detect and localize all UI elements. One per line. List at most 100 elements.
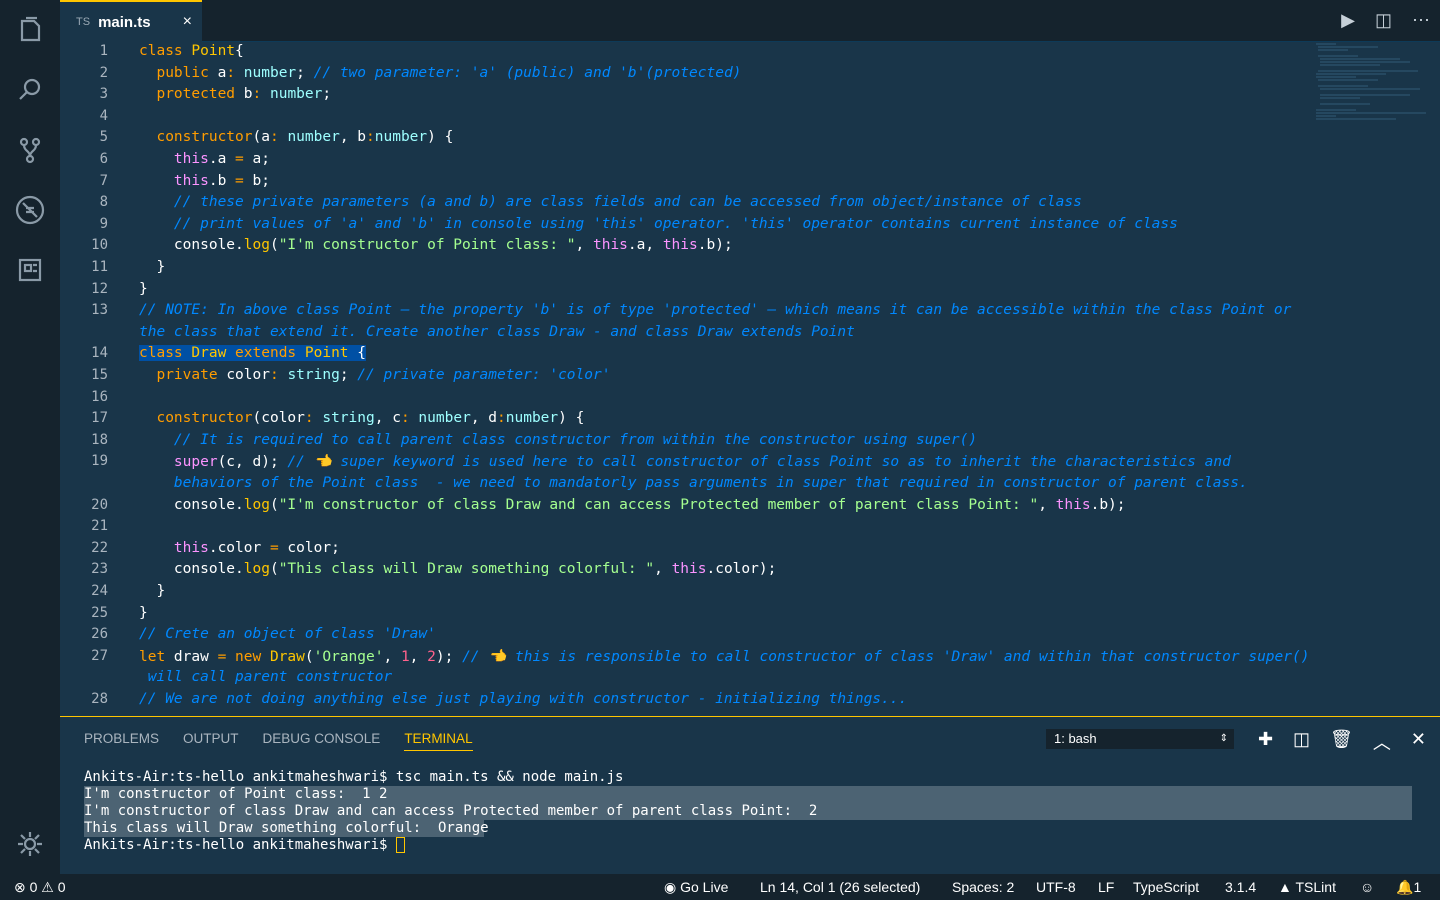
line-code: this.a = a; bbox=[173, 151, 270, 167]
terminal-output[interactable]: Ankits-Air:ts-hello ankitmaheshwari$ tsc… bbox=[84, 769, 1412, 854]
line-number: 21 bbox=[91, 518, 108, 535]
line-code: protected b: number; bbox=[156, 86, 332, 103]
tab-main-ts[interactable]: TS main.ts × bbox=[60, 0, 202, 42]
encoding[interactable]: UTF-8 bbox=[1036, 879, 1076, 895]
line-code: private color: string; // private parame… bbox=[156, 367, 611, 383]
line-number: 18 bbox=[91, 431, 108, 448]
line-code: console.log("I'm constructor of class Dr… bbox=[139, 496, 1126, 513]
terminal-line: This class will Draw something colorful:… bbox=[84, 820, 489, 837]
line-code: behaviors of the Point class - we need t… bbox=[173, 475, 1248, 491]
notification-count: 1 bbox=[1413, 879, 1422, 895]
line-number: 1 bbox=[99, 43, 108, 59]
line-code: super(c, d); // 👈 super keyword is used … bbox=[173, 454, 1231, 471]
tslint-status[interactable]: ▲ TSLint bbox=[1278, 879, 1336, 895]
editor-tab-bar: TS main.ts × ▶ ◫ ⋯ bbox=[60, 0, 1440, 42]
kill-terminal-icon[interactable]: 🗑 bbox=[1330, 729, 1353, 755]
tab-filename: main.ts bbox=[98, 13, 151, 31]
line-code: this.b = b; bbox=[173, 172, 270, 189]
code-editor[interactable]: 1 class Point{2 public a: number; // two … bbox=[60, 42, 1440, 716]
tslint-label: TSLint bbox=[1295, 879, 1336, 895]
close-panel-icon[interactable]: ✕ bbox=[1411, 729, 1426, 755]
line-number: 22 bbox=[91, 539, 108, 556]
terminal-line: I'm constructor of class Draw and can ac… bbox=[84, 803, 1412, 820]
close-tab-icon[interactable]: × bbox=[183, 13, 192, 31]
problems-indicator[interactable]: ⊗ 0 ⚠ 0 bbox=[14, 879, 66, 896]
split-editor-icon[interactable]: ◫ bbox=[1375, 10, 1392, 31]
line-number: 14 bbox=[91, 345, 108, 362]
cursor-position[interactable]: Ln 14, Col 1 (26 selected) bbox=[760, 879, 920, 895]
line-number: 11 bbox=[91, 259, 108, 275]
settings-gear-icon[interactable] bbox=[14, 828, 46, 860]
split-terminal-icon[interactable]: ◫ bbox=[1293, 729, 1310, 755]
terminal-line: Ankits-Air:ts-hello ankitmaheshwari$ tsc… bbox=[84, 769, 624, 785]
line-code: this.color = color; bbox=[173, 539, 340, 556]
line-number: 4 bbox=[99, 107, 108, 124]
line-code: // these private parameters (a and b) ar… bbox=[173, 194, 1082, 211]
line-code: // NOTE: In above class Point — the prop… bbox=[139, 302, 1292, 319]
indentation[interactable]: Spaces: 2 bbox=[952, 879, 1014, 895]
line-code: let draw = new Draw('Orange', 1, 2); // … bbox=[139, 648, 1310, 665]
line-code: } bbox=[139, 583, 166, 599]
panel-tab-terminal[interactable]: TERMINAL bbox=[404, 731, 473, 751]
line-number: 17 bbox=[91, 410, 108, 427]
editor-actions: ▶ ◫ ⋯ bbox=[1341, 10, 1430, 31]
search-icon[interactable] bbox=[14, 74, 46, 106]
line-code: console.log("This class will Draw someth… bbox=[139, 561, 777, 578]
line-number: 20 bbox=[91, 496, 108, 513]
warning-count: 0 bbox=[57, 879, 66, 895]
line-code: constructor(a: number, b:number) { bbox=[156, 129, 454, 146]
line-code: the class that extend it. Create another… bbox=[139, 323, 855, 340]
line-number: 24 bbox=[91, 583, 108, 599]
explorer-icon[interactable] bbox=[14, 14, 46, 46]
language-mode[interactable]: TypeScript bbox=[1133, 879, 1199, 895]
maximize-panel-icon[interactable]: ︿ bbox=[1373, 729, 1391, 755]
panel-tab-output[interactable]: OUTPUT bbox=[183, 731, 239, 751]
line-code: // It is required to call parent class c… bbox=[173, 431, 978, 448]
terminal-line: I'm constructor of Point class: 1 2 bbox=[84, 786, 1412, 803]
debug-icon[interactable] bbox=[14, 194, 46, 226]
line-code: class Point{ bbox=[139, 43, 244, 59]
line-number: 25 bbox=[91, 604, 108, 621]
terminal-select-value: 1: bash bbox=[1054, 731, 1097, 746]
line-number: 7 bbox=[99, 172, 108, 189]
line-number: 8 bbox=[99, 194, 108, 211]
minimap[interactable] bbox=[1316, 42, 1426, 162]
panel-tab-problems[interactable]: PROBLEMS bbox=[84, 731, 159, 751]
line-number: 15 bbox=[91, 367, 108, 383]
typescript-file-icon: TS bbox=[76, 16, 91, 28]
line-number: 9 bbox=[99, 215, 108, 232]
panel-tab-debug-console[interactable]: DEBUG CONSOLE bbox=[263, 731, 381, 751]
panel-tabs: PROBLEMS OUTPUT DEBUG CONSOLE TERMINAL bbox=[84, 731, 473, 751]
select-arrows-icon: ⇕ bbox=[1219, 733, 1228, 744]
terminal-line: Ankits-Air:ts-hello ankitmaheshwari$ bbox=[84, 837, 1412, 854]
line-code: // We are not doing anything else just p… bbox=[139, 691, 908, 707]
line-code: constructor(color: string, c: number, d:… bbox=[156, 410, 585, 427]
line-ending[interactable]: LF bbox=[1098, 879, 1114, 895]
go-live-button[interactable]: ◉ Go Live bbox=[664, 879, 728, 896]
extensions-icon[interactable] bbox=[14, 254, 46, 286]
new-terminal-icon[interactable]: ✚ bbox=[1258, 729, 1273, 755]
line-number: 16 bbox=[91, 388, 108, 405]
line-code: // Crete an object of class 'Draw' bbox=[139, 626, 436, 643]
go-live-label: Go Live bbox=[680, 879, 729, 895]
line-number: 27 bbox=[91, 647, 108, 664]
line-number: 3 bbox=[99, 86, 108, 103]
line-number: 2 bbox=[99, 64, 108, 81]
notifications-bell[interactable]: 🔔1 bbox=[1396, 879, 1421, 896]
line-code: } bbox=[139, 280, 148, 297]
error-count: 0 bbox=[29, 879, 38, 895]
line-number: 23 bbox=[91, 561, 108, 578]
activity-bar bbox=[0, 0, 60, 874]
bottom-panel: PROBLEMS OUTPUT DEBUG CONSOLE TERMINAL 1: b… bbox=[60, 716, 1440, 874]
line-number: 10 bbox=[91, 237, 108, 254]
line-number: 19 bbox=[91, 453, 108, 470]
ts-version[interactable]: 3.1.4 bbox=[1225, 879, 1256, 895]
terminal-select[interactable]: 1: bash ⇕ bbox=[1046, 729, 1234, 749]
more-actions-icon[interactable]: ⋯ bbox=[1412, 10, 1430, 31]
line-code: console.log("I'm constructor of Point cl… bbox=[139, 237, 733, 254]
run-icon[interactable]: ▶ bbox=[1341, 10, 1355, 31]
feedback-smiley-icon[interactable]: ☺ bbox=[1360, 879, 1374, 895]
line-code: will call parent constructor bbox=[139, 669, 393, 686]
line-number: 13 bbox=[91, 302, 108, 319]
source-control-icon[interactable] bbox=[14, 134, 46, 166]
